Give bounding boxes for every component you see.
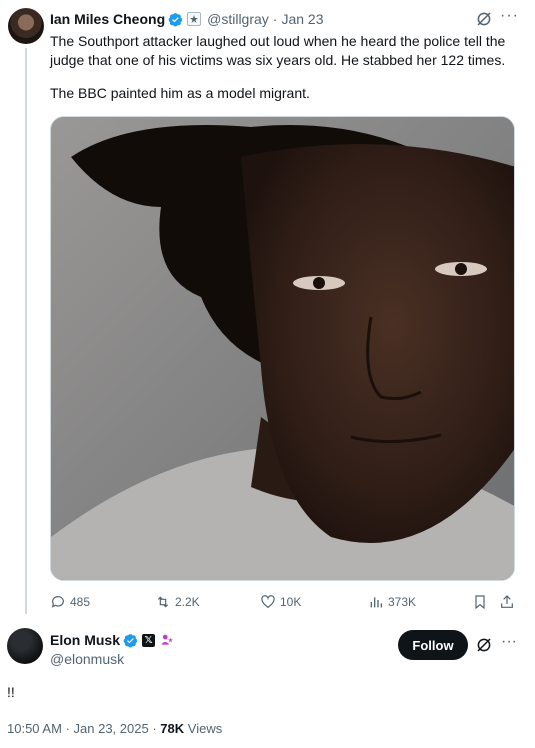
tweet-date[interactable]: Jan 23 [281,11,323,27]
post-date[interactable]: Jan 23, 2025 [74,721,149,736]
author-name[interactable]: Ian Miles Cheong [50,11,165,27]
tweet-paragraph: The Southport attacker laughed out loud … [50,33,506,68]
x-badge-icon[interactable]: 𝕏 [142,633,156,647]
post-time[interactable]: 10:50 AM [7,721,62,736]
grok-icon[interactable] [475,10,493,28]
repost-count: 2.2K [175,595,200,609]
repost-action[interactable]: 2.2K [155,592,200,612]
views-count: 373K [388,595,417,609]
meta-separator: · [65,721,74,736]
verified-icon [123,633,138,647]
share-icon[interactable] [499,594,515,610]
author-handle[interactable]: @stillgray [207,11,269,27]
avatar-ian-miles-cheong[interactable] [8,8,44,44]
views-icon [370,597,382,608]
reply-count: 485 [70,595,91,609]
like-count: 10K [280,595,302,609]
affiliate-icon[interactable] [160,633,174,647]
reply-author: Elon Musk 𝕏 [50,632,174,648]
verified-icon [168,12,183,26]
reply-text: !! [7,684,15,700]
affiliate-icon[interactable] [187,12,202,26]
quoted-tweet-text: The Southport attacker laughed out loud … [50,32,520,103]
tweet-paragraph: The BBC painted him as a model migrant. [50,85,310,101]
thread-line [25,48,27,614]
repost-icon [157,596,169,608]
like-icon [261,595,275,609]
follow-button[interactable]: Follow [398,630,468,660]
tweet-photo[interactable] [50,116,515,581]
bookmark-icon[interactable] [472,594,488,610]
separator: · [272,11,278,27]
like-action[interactable]: 10K [260,592,301,612]
views-action[interactable]: 373K [368,592,416,612]
tweet-meta: 10:50 AM · Jan 23, 2025 · 78K Views [7,721,222,736]
avatar-elon-musk[interactable] [7,628,43,664]
reply-action[interactable]: 485 [50,592,90,612]
reply-handle[interactable]: @elonmusk [50,651,124,667]
author-name[interactable]: Elon Musk [50,632,120,648]
grok-icon[interactable] [475,636,493,654]
views-label: Views [187,721,223,736]
quoted-tweet-header: Ian Miles Cheong @stillgray · Jan 23 [50,10,324,28]
views-count[interactable]: 78K [160,721,184,736]
more-icon[interactable]: ··· [500,8,518,27]
reply-icon [51,596,64,608]
more-icon[interactable]: ··· [500,634,518,653]
